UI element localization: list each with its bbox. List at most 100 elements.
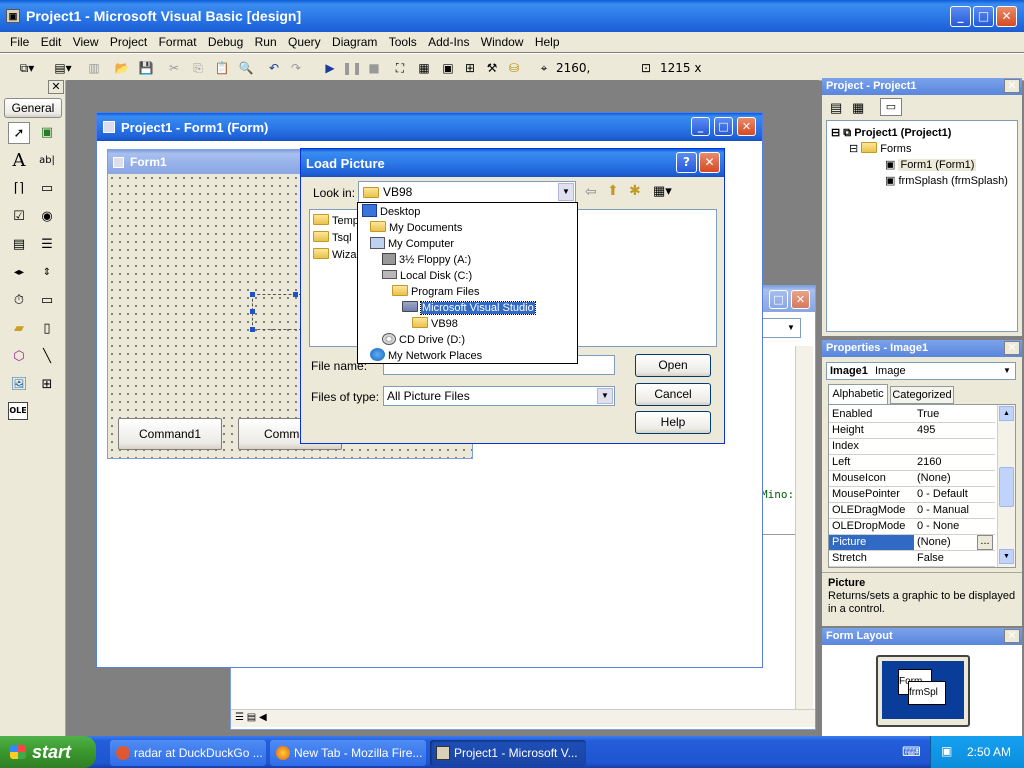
list-item[interactable]: Wizar	[313, 247, 360, 263]
properties-window-icon[interactable]: ▦	[414, 58, 434, 78]
menu-add-ins[interactable]: Add-Ins	[424, 32, 473, 52]
dropdown-item-floppy[interactable]: 3½ Floppy (A:)	[382, 252, 471, 268]
dropdown-item-program-files[interactable]: Program Files	[392, 284, 479, 300]
menu-file[interactable]: File	[6, 32, 33, 52]
ole-tool-icon[interactable]: OLE	[8, 402, 28, 420]
close-button[interactable]: ✕	[996, 6, 1017, 27]
code-window-close-button[interactable]: ✕	[791, 290, 810, 309]
property-row-mouseicon[interactable]: MouseIcon (None)	[829, 471, 995, 487]
look-in-dropdown-list[interactable]: Desktop My Documents My Computer 3½ Flop…	[357, 202, 578, 364]
undo-icon[interactable]: ↶	[264, 58, 284, 78]
tree-item-forms[interactable]: ⊟ Forms	[849, 141, 911, 157]
property-row-oledropmode[interactable]: OLEDropMode 0 - None	[829, 519, 995, 535]
tree-item-frmsplash[interactable]: ▣ frmSplash (frmSplash)	[885, 173, 1008, 189]
menu-editor-icon[interactable]: ▥	[84, 58, 104, 78]
menu-edit[interactable]: Edit	[37, 32, 66, 52]
paste-icon[interactable]: 📋	[212, 58, 232, 78]
dialog-close-button[interactable]: ✕	[699, 152, 720, 173]
drivelistbox-tool-icon[interactable]: ▭	[36, 290, 58, 312]
view-menu-icon[interactable]: ▦▾	[653, 183, 672, 199]
add-project-icon[interactable]: ⧉▾	[16, 58, 38, 78]
image-tool-icon[interactable]: 🖼	[8, 374, 30, 396]
vscrollbar-tool-icon[interactable]: ⇕	[36, 262, 58, 284]
find-icon[interactable]: 🔍	[236, 58, 256, 78]
toolbox-icon[interactable]: ⚒	[482, 58, 502, 78]
form-designer-minimize-button[interactable]: _	[691, 117, 710, 136]
dirlistbox-tool-icon[interactable]: ▰	[8, 318, 30, 340]
back-icon[interactable]: ⇦	[585, 183, 597, 200]
start-button[interactable]: start	[0, 736, 96, 768]
maximize-button[interactable]: □	[973, 6, 994, 27]
frame-tool-icon[interactable]: ⌈⌉	[8, 178, 30, 200]
end-icon[interactable]: ■	[364, 58, 384, 78]
property-row-height[interactable]: Height 495	[829, 423, 995, 439]
pointer-tool-icon[interactable]: ➚	[8, 122, 30, 144]
combobox-tool-icon[interactable]: ▤	[8, 234, 30, 256]
project-panel-close-button[interactable]: ✕	[1004, 79, 1020, 93]
toggle-folders-icon[interactable]: ▭	[880, 98, 902, 116]
menu-help[interactable]: Help	[531, 32, 564, 52]
object-select[interactable]: Image1 Image ▼	[826, 362, 1016, 380]
procedure-dropdown[interactable]: ▼	[761, 318, 801, 338]
code-window-maximize-button[interactable]: □	[769, 290, 788, 309]
menu-debug[interactable]: Debug	[204, 32, 247, 52]
dropdown-item-local-disk[interactable]: Local Disk (C:)	[382, 268, 472, 284]
dropdown-item-desktop[interactable]: Desktop	[362, 204, 420, 220]
new-folder-icon[interactable]: ✱	[629, 182, 641, 199]
toolbox-close-button[interactable]: ✕	[48, 80, 64, 94]
form-designer-maximize-button[interactable]: □	[714, 117, 733, 136]
frmsplash-layout-thumb[interactable]: frmSpl	[908, 681, 946, 705]
help-button[interactable]: Help	[635, 411, 711, 434]
form-layout-close-button[interactable]: ✕	[1004, 629, 1020, 643]
view-code-icon[interactable]: ▤	[830, 100, 842, 116]
cancel-button[interactable]: Cancel	[635, 383, 711, 406]
properties-panel-close-button[interactable]: ✕	[1004, 341, 1020, 355]
ellipsis-button[interactable]: ...	[977, 535, 993, 550]
add-form-icon[interactable]: ▤▾	[52, 58, 74, 78]
files-of-type-select[interactable]: All Picture Files ▼	[383, 386, 615, 406]
commandbutton-tool-icon[interactable]: ▭	[36, 178, 58, 200]
property-row-index[interactable]: Index	[829, 439, 995, 455]
property-row-enabled[interactable]: Enabled True	[829, 407, 995, 423]
selection-handle[interactable]	[250, 292, 255, 297]
look-in-combo[interactable]: VB98 ▼	[358, 181, 576, 203]
menu-view[interactable]: View	[69, 32, 103, 52]
dropdown-item-vb98[interactable]: VB98	[412, 316, 458, 332]
network-tray-icon[interactable]: ▣	[941, 744, 955, 758]
menu-run[interactable]: Run	[251, 32, 281, 52]
project-explorer-icon[interactable]: ⛶	[390, 58, 410, 78]
taskbar-item-visual-basic[interactable]: Project1 - Microsoft V...	[430, 740, 586, 766]
filelistbox-tool-icon[interactable]: ▯	[36, 318, 58, 340]
menu-diagram[interactable]: Diagram	[328, 32, 381, 52]
start-run-icon[interactable]: ▶	[320, 58, 340, 78]
listbox-tool-icon[interactable]: ☰	[36, 234, 58, 256]
tab-alphabetic[interactable]: Alphabetic	[828, 384, 888, 404]
dropdown-item-my-computer[interactable]: My Computer	[370, 236, 454, 252]
form-layout-icon[interactable]: ▣	[438, 58, 458, 78]
shape-tool-icon[interactable]: ⬡	[8, 346, 30, 368]
object-browser-icon[interactable]: ⊞	[460, 58, 480, 78]
chevron-down-icon[interactable]: ▼	[597, 388, 613, 404]
list-item[interactable]: Templ	[313, 213, 361, 229]
data-tool-icon[interactable]: ⊞	[36, 374, 58, 396]
code-vertical-scrollbar[interactable]	[795, 346, 813, 711]
taskbar-item-firefox[interactable]: New Tab - Mozilla Fire...	[270, 740, 426, 766]
copy-icon[interactable]: ⎘	[188, 58, 208, 78]
image1-control[interactable]	[250, 292, 302, 332]
dropdown-item-cd-drive[interactable]: CD Drive (D:)	[382, 332, 465, 348]
textbox-tool-icon[interactable]: ab|	[36, 150, 58, 172]
cut-icon[interactable]: ✂	[164, 58, 184, 78]
property-row-mousepointer[interactable]: MousePointer 0 - Default	[829, 487, 995, 503]
timer-tool-icon[interactable]: ⏱	[8, 290, 30, 312]
list-item[interactable]: Tsql	[313, 230, 352, 246]
taskbar-item-duckduckgo[interactable]: radar at DuckDuckGo ...	[110, 740, 266, 766]
dropdown-item-my-network-places[interactable]: My Network Places	[370, 348, 482, 364]
form-designer-close-button[interactable]: ✕	[737, 117, 756, 136]
menu-project[interactable]: Project	[106, 32, 151, 52]
selection-handle[interactable]	[293, 292, 298, 297]
menu-query[interactable]: Query	[284, 32, 325, 52]
properties-grid[interactable]: Enabled True Height 495 Index Left 2160 Mou…	[828, 404, 1016, 568]
selection-handle[interactable]	[250, 327, 255, 332]
properties-scrollbar[interactable]: ▲ ▼	[997, 405, 1015, 567]
dialog-help-button[interactable]: ?	[676, 152, 697, 173]
